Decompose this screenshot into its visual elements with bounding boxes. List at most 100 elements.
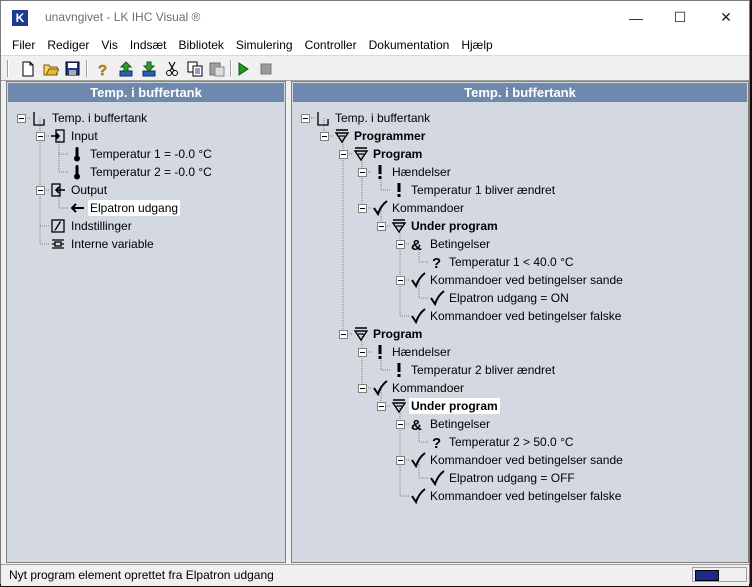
tree-node-label[interactable]: Hændelser	[392, 344, 451, 360]
tree-expander[interactable]	[320, 132, 329, 141]
tree-node-label[interactable]: Kommandoer	[392, 200, 464, 216]
tree-node-label[interactable]: Temperatur 2 = -0.0 °C	[90, 164, 212, 180]
maximize-button[interactable]: ☐	[657, 1, 703, 34]
tree-node-label[interactable]: Kommandoer ved betingelser falske	[430, 308, 621, 324]
tree-node-label[interactable]: Temp. i buffertank	[52, 110, 147, 126]
tree-node-label[interactable]: Elpatron udgang	[88, 200, 181, 216]
tree-expander[interactable]	[358, 204, 367, 213]
download-icon[interactable]	[140, 60, 157, 77]
tree-node-label[interactable]: Kommandoer ved betingelser sande	[430, 452, 623, 468]
tree-node-label[interactable]: Kommandoer	[392, 380, 464, 396]
settings-icon	[50, 218, 66, 234]
program-icon	[353, 326, 369, 342]
module-icon	[315, 110, 331, 126]
tree-node-label[interactable]: Elpatron udgang = OFF	[449, 470, 575, 486]
event-icon	[372, 164, 388, 180]
tree-expander[interactable]	[396, 240, 405, 249]
tree-expander[interactable]	[358, 168, 367, 177]
check-icon	[429, 470, 445, 486]
io-tree[interactable]: Temp. i buffertank Input Temperatur 1 = -0…	[7, 82, 285, 562]
app-logo-icon[interactable]: K	[12, 10, 28, 26]
toolbar-separator	[86, 60, 88, 77]
program-panel[interactable]: Temp. i buffertank Temp. i buffertank Pro…	[291, 81, 749, 563]
program-icon	[391, 398, 407, 414]
tree-node-label[interactable]: Temp. i buffertank	[335, 110, 430, 126]
tree-node-label[interactable]: Under program	[409, 398, 500, 414]
menu-vis[interactable]: Vis	[95, 38, 123, 52]
menu-simulering[interactable]: Simulering	[230, 38, 299, 52]
tree-node-label[interactable]: Input	[71, 128, 98, 144]
minimize-button[interactable]: —	[613, 1, 659, 34]
help-icon[interactable]: ?	[93, 60, 110, 77]
app-window: K unavngivet - LK IHC Visual ® — ☐ ✕ Fil…	[0, 0, 750, 586]
tree-expander[interactable]	[301, 114, 310, 123]
menu-bibliotek[interactable]: Bibliotek	[173, 38, 230, 52]
and-icon: &	[410, 416, 426, 432]
tree-expander[interactable]	[339, 330, 348, 339]
tree-expander[interactable]	[377, 222, 386, 231]
svg-text:&: &	[411, 417, 422, 432]
check-icon	[410, 272, 426, 288]
new-icon[interactable]	[19, 60, 36, 77]
tree-node-label[interactable]: Temperatur 1 = -0.0 °C	[90, 146, 212, 162]
tree-node-label[interactable]: Temperatur 2 bliver ændret	[411, 362, 555, 378]
tree-expander[interactable]	[396, 456, 405, 465]
close-button[interactable]: ✕	[703, 1, 749, 34]
copy-icon[interactable]	[186, 60, 203, 77]
tree-expander[interactable]	[339, 150, 348, 159]
tree-node-label[interactable]: Betingelser	[430, 416, 490, 432]
tree-node-label[interactable]: Temperatur 2 > 50.0 °C	[449, 434, 574, 450]
tree-expander[interactable]	[17, 114, 26, 123]
tree-expander[interactable]	[396, 420, 405, 429]
tree-node-label[interactable]: Interne variable	[71, 236, 154, 252]
cut-icon[interactable]	[163, 60, 180, 77]
input-icon	[50, 128, 66, 144]
menu-rediger[interactable]: Rediger	[41, 38, 95, 52]
menu-indsaet[interactable]: Indsæt	[124, 38, 173, 52]
tree-expander[interactable]	[358, 348, 367, 357]
tree-expander[interactable]	[358, 384, 367, 393]
tree-expander[interactable]	[377, 402, 386, 411]
tree-expander[interactable]	[36, 186, 45, 195]
event-icon	[372, 344, 388, 360]
tree-node-label[interactable]: Kommandoer ved betingelser falske	[430, 488, 621, 504]
tree-node-label[interactable]: Programmer	[354, 128, 425, 144]
status-message: Nyt program element oprettet fra Elpatro…	[9, 568, 274, 582]
menu-hjaelp[interactable]: Hjælp	[455, 38, 498, 52]
paste-icon[interactable]	[208, 60, 225, 77]
menu-controller[interactable]: Controller	[299, 38, 363, 52]
run-icon[interactable]	[234, 60, 251, 77]
tree-node-label[interactable]: Betingelser	[430, 236, 490, 252]
svg-text:?: ?	[432, 435, 441, 450]
open-icon[interactable]	[42, 60, 59, 77]
module-io-panel[interactable]: Temp. i buffertank Temp. i buffertank Inp…	[6, 81, 286, 563]
menu-dokumentation[interactable]: Dokumentation	[363, 38, 456, 52]
title-bar[interactable]: K unavngivet - LK IHC Visual ® — ☐ ✕	[1, 1, 749, 34]
and-icon: &	[410, 236, 426, 252]
tree-node-label[interactable]: Output	[71, 182, 107, 198]
tree-node-label[interactable]: Kommandoer ved betingelser sande	[430, 272, 623, 288]
tree-node-label[interactable]: Elpatron udgang = ON	[449, 290, 569, 306]
event-icon	[391, 182, 407, 198]
save-icon[interactable]	[64, 60, 81, 77]
stop-icon[interactable]	[257, 60, 274, 77]
tree-node-label[interactable]: Temperatur 1 bliver ændret	[411, 182, 555, 198]
tree-node-label[interactable]: Indstillinger	[71, 218, 132, 234]
toolbar-grip	[7, 60, 9, 77]
tree-node-label[interactable]: Temperatur 1 < 40.0 °C	[449, 254, 574, 270]
programs-icon	[334, 128, 350, 144]
status-bar: Nyt program element oprettet fra Elpatro…	[1, 564, 749, 586]
tree-expander[interactable]	[36, 132, 45, 141]
tree-node-label[interactable]: Program	[373, 326, 422, 342]
tree-node-label[interactable]: Program	[373, 146, 422, 162]
menu-filer[interactable]: Filer	[1, 38, 41, 52]
program-tree[interactable]: Temp. i buffertank Programmer Program Hænde…	[292, 82, 748, 562]
tree-expander[interactable]	[396, 276, 405, 285]
arrow-left-icon	[69, 200, 85, 216]
upload-icon[interactable]	[117, 60, 134, 77]
menu-bar: Filer Rediger Vis Indsæt Bibliotek Simul…	[1, 34, 749, 55]
tree-node-label[interactable]: Hændelser	[392, 164, 451, 180]
check-icon	[410, 452, 426, 468]
tree-node-label[interactable]: Under program	[411, 218, 498, 234]
svg-text:?: ?	[98, 62, 107, 77]
